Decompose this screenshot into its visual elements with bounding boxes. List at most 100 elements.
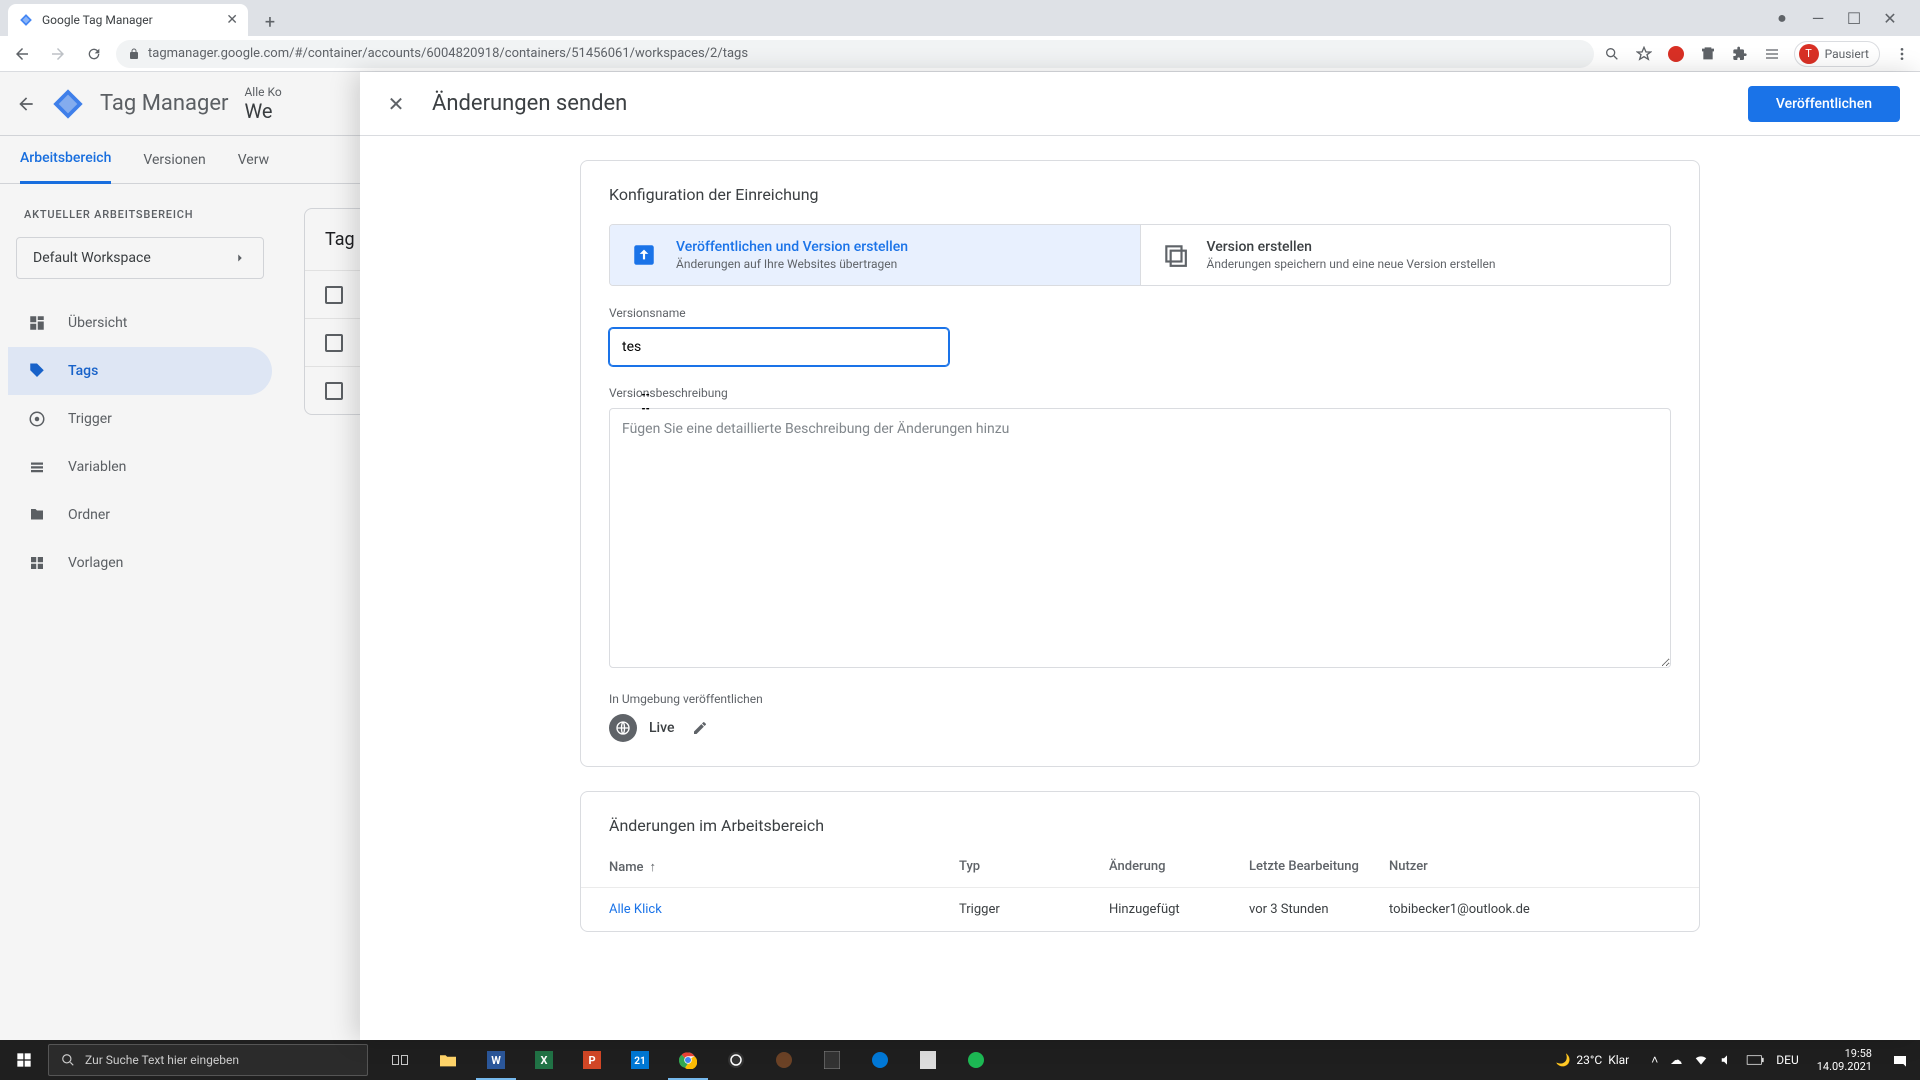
- changes-table-header: Name ↑ Typ Änderung Letzte Bearbeitung N…: [581, 847, 1699, 888]
- env-publish-label: In Umgebung veröffentlichen: [609, 692, 1671, 706]
- checkbox[interactable]: [325, 286, 343, 304]
- obs-icon[interactable]: [712, 1040, 760, 1080]
- app2-icon[interactable]: [904, 1040, 952, 1080]
- changes-title: Änderungen im Arbeitsbereich: [581, 792, 1699, 847]
- tab-workspace[interactable]: Arbeitsbereich: [20, 136, 111, 184]
- account-dot-icon[interactable]: ●: [1772, 8, 1792, 28]
- reload-button[interactable]: [80, 40, 108, 68]
- onedrive-icon[interactable]: ☁: [1670, 1053, 1682, 1067]
- back-button[interactable]: [8, 40, 36, 68]
- close-window-icon[interactable]: ✕: [1880, 8, 1900, 28]
- new-tab-button[interactable]: +: [256, 8, 284, 36]
- row-name: Alle Klick: [609, 902, 959, 917]
- ext1-icon[interactable]: [1666, 44, 1686, 64]
- browser-tab[interactable]: Google Tag Manager ✕: [8, 4, 248, 36]
- addr-icons: T Pausiert: [1602, 41, 1912, 67]
- row-change: Hinzugefügt: [1109, 902, 1249, 917]
- notes-icon[interactable]: [808, 1040, 856, 1080]
- svg-text:21: 21: [634, 1056, 645, 1067]
- ext2-icon[interactable]: [1698, 44, 1718, 64]
- option-create-version[interactable]: Version erstellen Änderungen speichern u…: [1140, 225, 1671, 285]
- spotify-icon[interactable]: [952, 1040, 1000, 1080]
- gtm-logo-icon: [52, 88, 84, 120]
- option-title: Veröffentlichen und Version erstellen: [676, 239, 908, 255]
- chrome-icon[interactable]: [664, 1040, 712, 1080]
- col-last-edit[interactable]: Letzte Bearbeitung: [1249, 859, 1389, 875]
- svg-text:X: X: [541, 1054, 548, 1067]
- version-icon: [1159, 239, 1191, 271]
- minimize-icon[interactable]: —: [1808, 8, 1828, 28]
- workspace-selector[interactable]: Default Workspace: [16, 237, 264, 279]
- chevron-right-icon: [233, 251, 247, 265]
- word-icon[interactable]: W: [472, 1040, 520, 1080]
- col-change[interactable]: Änderung: [1109, 859, 1249, 875]
- star-icon[interactable]: [1634, 44, 1654, 64]
- wifi-icon[interactable]: [1694, 1053, 1708, 1067]
- volume-icon[interactable]: [1720, 1053, 1734, 1067]
- forward-button[interactable]: [44, 40, 72, 68]
- task-view-icon[interactable]: [376, 1040, 424, 1080]
- sidebar: AKTUELLER ARBEITSBEREICH Default Workspa…: [0, 184, 280, 1040]
- list-icon[interactable]: [1762, 44, 1782, 64]
- current-workspace-label: AKTUELLER ARBEITSBEREICH: [8, 200, 272, 229]
- language-indicator[interactable]: DEU: [1776, 1053, 1798, 1067]
- powerpoint-icon[interactable]: P: [568, 1040, 616, 1080]
- back-arrow-icon[interactable]: [16, 94, 36, 114]
- close-modal-button[interactable]: ✕: [380, 88, 412, 120]
- url-field[interactable]: tagmanager.google.com/#/container/accoun…: [116, 40, 1594, 68]
- folder-icon: [28, 506, 48, 524]
- sidebar-item-variables[interactable]: Variablen: [8, 443, 272, 491]
- sort-arrow-icon: ↑: [650, 859, 657, 875]
- sidebar-item-tags[interactable]: Tags: [8, 347, 272, 395]
- version-name-input[interactable]: [609, 328, 949, 366]
- option-title: Version erstellen: [1207, 239, 1496, 255]
- outlook-icon[interactable]: 21: [616, 1040, 664, 1080]
- window-controls: ● — ☐ ✕: [1760, 8, 1912, 28]
- option-subtitle: Änderungen auf Ihre Websites übertragen: [676, 257, 908, 271]
- profile-chip[interactable]: T Pausiert: [1794, 41, 1880, 67]
- weather-widget[interactable]: 🌙 23°C Klar: [1543, 1053, 1641, 1067]
- battery-icon[interactable]: [1746, 1055, 1764, 1065]
- col-name[interactable]: Name ↑: [609, 859, 959, 875]
- menu-icon[interactable]: [1892, 44, 1912, 64]
- windows-taskbar: Zur Suche Text hier eingeben W X P 21 🌙 …: [0, 1040, 1920, 1080]
- tab-admin[interactable]: Verw: [238, 136, 269, 184]
- clock[interactable]: 19:58 14.09.2021: [1809, 1047, 1880, 1073]
- maximize-icon[interactable]: ☐: [1844, 8, 1864, 28]
- edge-icon[interactable]: [856, 1040, 904, 1080]
- explorer-icon[interactable]: [424, 1040, 472, 1080]
- table-row[interactable]: Alle Klick Trigger Hinzugefügt vor 3 Stu…: [581, 888, 1699, 931]
- start-button[interactable]: [0, 1040, 48, 1080]
- version-desc-textarea[interactable]: [609, 408, 1671, 668]
- col-type[interactable]: Typ: [959, 859, 1109, 875]
- excel-icon[interactable]: X: [520, 1040, 568, 1080]
- taskbar-search[interactable]: Zur Suche Text hier eingeben: [48, 1044, 368, 1076]
- option-subtitle: Änderungen speichern und eine neue Versi…: [1207, 257, 1496, 271]
- moon-icon: 🌙: [1555, 1053, 1570, 1067]
- checkbox[interactable]: [325, 334, 343, 352]
- sidebar-item-trigger[interactable]: Trigger: [8, 395, 272, 443]
- zoom-icon[interactable]: [1602, 44, 1622, 64]
- weather-text: Klar: [1608, 1053, 1629, 1067]
- notification-center[interactable]: [1880, 1040, 1920, 1080]
- address-bar: tagmanager.google.com/#/container/accoun…: [0, 36, 1920, 72]
- col-user[interactable]: Nutzer: [1389, 859, 1671, 875]
- checkbox[interactable]: [325, 382, 343, 400]
- upload-icon: [628, 239, 660, 271]
- publish-button[interactable]: Veröffentlichen: [1748, 86, 1900, 122]
- close-icon[interactable]: ✕: [226, 12, 238, 28]
- puzzle-icon[interactable]: [1730, 44, 1750, 64]
- tab-versions[interactable]: Versionen: [143, 136, 205, 184]
- app-icon[interactable]: [760, 1040, 808, 1080]
- svg-text:P: P: [588, 1054, 595, 1067]
- tray-chevron-icon[interactable]: ˄: [1651, 1053, 1658, 1067]
- gtm-favicon-icon: [18, 12, 34, 28]
- edit-env-button[interactable]: [692, 720, 708, 736]
- sidebar-item-overview[interactable]: Übersicht: [8, 299, 272, 347]
- target-icon: [28, 410, 48, 428]
- option-publish-create[interactable]: Veröffentlichen und Version erstellen Än…: [610, 225, 1140, 285]
- config-title: Konfiguration der Einreichung: [609, 185, 1671, 204]
- row-type: Trigger: [959, 902, 1109, 917]
- sidebar-item-templates[interactable]: Vorlagen: [8, 539, 272, 587]
- sidebar-item-folders[interactable]: Ordner: [8, 491, 272, 539]
